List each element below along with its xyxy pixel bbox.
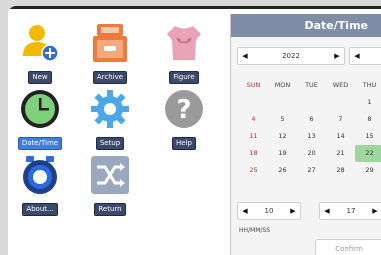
time-format-hint: HH/MM/SS <box>239 227 271 234</box>
app-archive-label: Archive <box>92 71 128 84</box>
app-return-label: Return <box>94 203 126 216</box>
app-about[interactable]: About... <box>10 154 70 216</box>
app-about-label: About... <box>22 203 58 216</box>
calendar-day[interactable]: 12 <box>268 128 297 145</box>
calendar-day <box>268 94 297 111</box>
calendar-day[interactable]: 19 <box>268 145 297 162</box>
date-time-dialog: Date/Time ◀ 2022 ▶ ◀ SUN MON TUE WED THU… <box>230 14 381 255</box>
svg-text:?: ? <box>176 95 191 125</box>
year-value: 2022 <box>282 52 300 60</box>
weekday-header: SUN MON TUE WED THU <box>239 77 381 94</box>
calendar-day <box>239 94 268 111</box>
calendar-day[interactable]: 7 <box>326 111 355 128</box>
hour-up-icon[interactable]: ▶ <box>288 203 298 219</box>
weekday-label: THU <box>362 81 377 89</box>
minute-selector[interactable]: ◀ 17 ▶ <box>319 202 381 220</box>
app-return[interactable]: Return <box>80 154 140 216</box>
question-icon: ? <box>163 88 205 130</box>
year-selector[interactable]: ◀ 2022 ▶ <box>237 47 345 65</box>
calendar-week-row: 18 19 20 21 22 <box>239 145 381 162</box>
weekday-label: TUE <box>305 81 318 89</box>
app-help[interactable]: ? Help <box>154 88 214 150</box>
minute-up-icon[interactable]: ▶ <box>370 203 380 219</box>
month-selector[interactable]: ◀ <box>349 47 381 65</box>
calendar-day <box>326 94 355 111</box>
body-figure-icon <box>163 22 205 64</box>
calendar-week-row: 45678 <box>239 111 381 128</box>
app-help-label: Help <box>172 137 196 150</box>
calendar-day[interactable]: 29 <box>355 162 381 179</box>
weekday-label: MON <box>274 81 291 89</box>
calendar-day[interactable]: 1 <box>355 94 381 111</box>
about-icon <box>19 154 61 196</box>
device-screen: New Archive Figure Date/Time Setup ? Hel… <box>8 6 381 255</box>
calendar-day[interactable]: 8 <box>355 111 381 128</box>
app-setup[interactable]: Setup <box>80 88 140 150</box>
app-setup-label: Setup <box>95 137 125 150</box>
calendar-day[interactable]: 20 <box>297 145 326 162</box>
calendar-day[interactable]: 21 <box>326 145 355 162</box>
weekday-label: SUN <box>246 81 261 89</box>
calendar-day[interactable]: 5 <box>268 111 297 128</box>
hour-selector[interactable]: ◀ 10 ▶ <box>237 202 301 220</box>
calendar-grid: SUN MON TUE WED THU 1 4 5 6 7 8 11 12 13 14 15 18 19… <box>239 77 381 179</box>
calendar-day[interactable]: 27 <box>297 162 326 179</box>
calendar-day[interactable]: 26 <box>268 162 297 179</box>
prev-month-icon[interactable]: ◀ <box>352 48 362 64</box>
calendar-week-row: 1 <box>239 94 381 111</box>
calendar-day[interactable]: 15 <box>355 128 381 145</box>
calendar-day[interactable]: 18 <box>239 145 268 162</box>
calendar-day[interactable]: 25 <box>239 162 268 179</box>
app-new[interactable]: New <box>10 22 70 84</box>
calendar-day[interactable]: 11 <box>239 128 268 145</box>
clock-icon <box>19 88 61 130</box>
app-archive[interactable]: Archive <box>80 22 140 84</box>
calendar-day[interactable]: 14 <box>326 128 355 145</box>
calendar-day[interactable]: 13 <box>297 128 326 145</box>
app-date-time-label: Date/Time <box>17 137 63 150</box>
calendar-day-selected[interactable]: 22 <box>355 145 381 162</box>
calendar-day[interactable]: 6 <box>297 111 326 128</box>
confirm-button[interactable]: Confirm <box>315 239 381 255</box>
top-bezel <box>8 6 381 9</box>
gear-icon <box>89 88 131 130</box>
calendar-week-row: 11 12 13 14 15 <box>239 128 381 145</box>
weekday-label: WED <box>332 81 349 89</box>
app-figure[interactable]: Figure <box>154 22 214 84</box>
calendar-day[interactable]: 4 <box>239 111 268 128</box>
archive-drawer-icon <box>89 22 131 64</box>
app-date-time[interactable]: Date/Time <box>10 88 70 150</box>
add-user-icon <box>19 22 61 64</box>
app-figure-label: Figure <box>169 71 199 84</box>
shuffle-return-icon <box>89 154 131 196</box>
calendar-day[interactable]: 28 <box>326 162 355 179</box>
app-new-label: New <box>28 71 52 84</box>
dialog-title: Date/Time <box>231 14 381 37</box>
next-year-icon[interactable]: ▶ <box>332 48 342 64</box>
calendar-week-row: 25 26 27 28 29 <box>239 162 381 179</box>
calendar-day <box>297 94 326 111</box>
